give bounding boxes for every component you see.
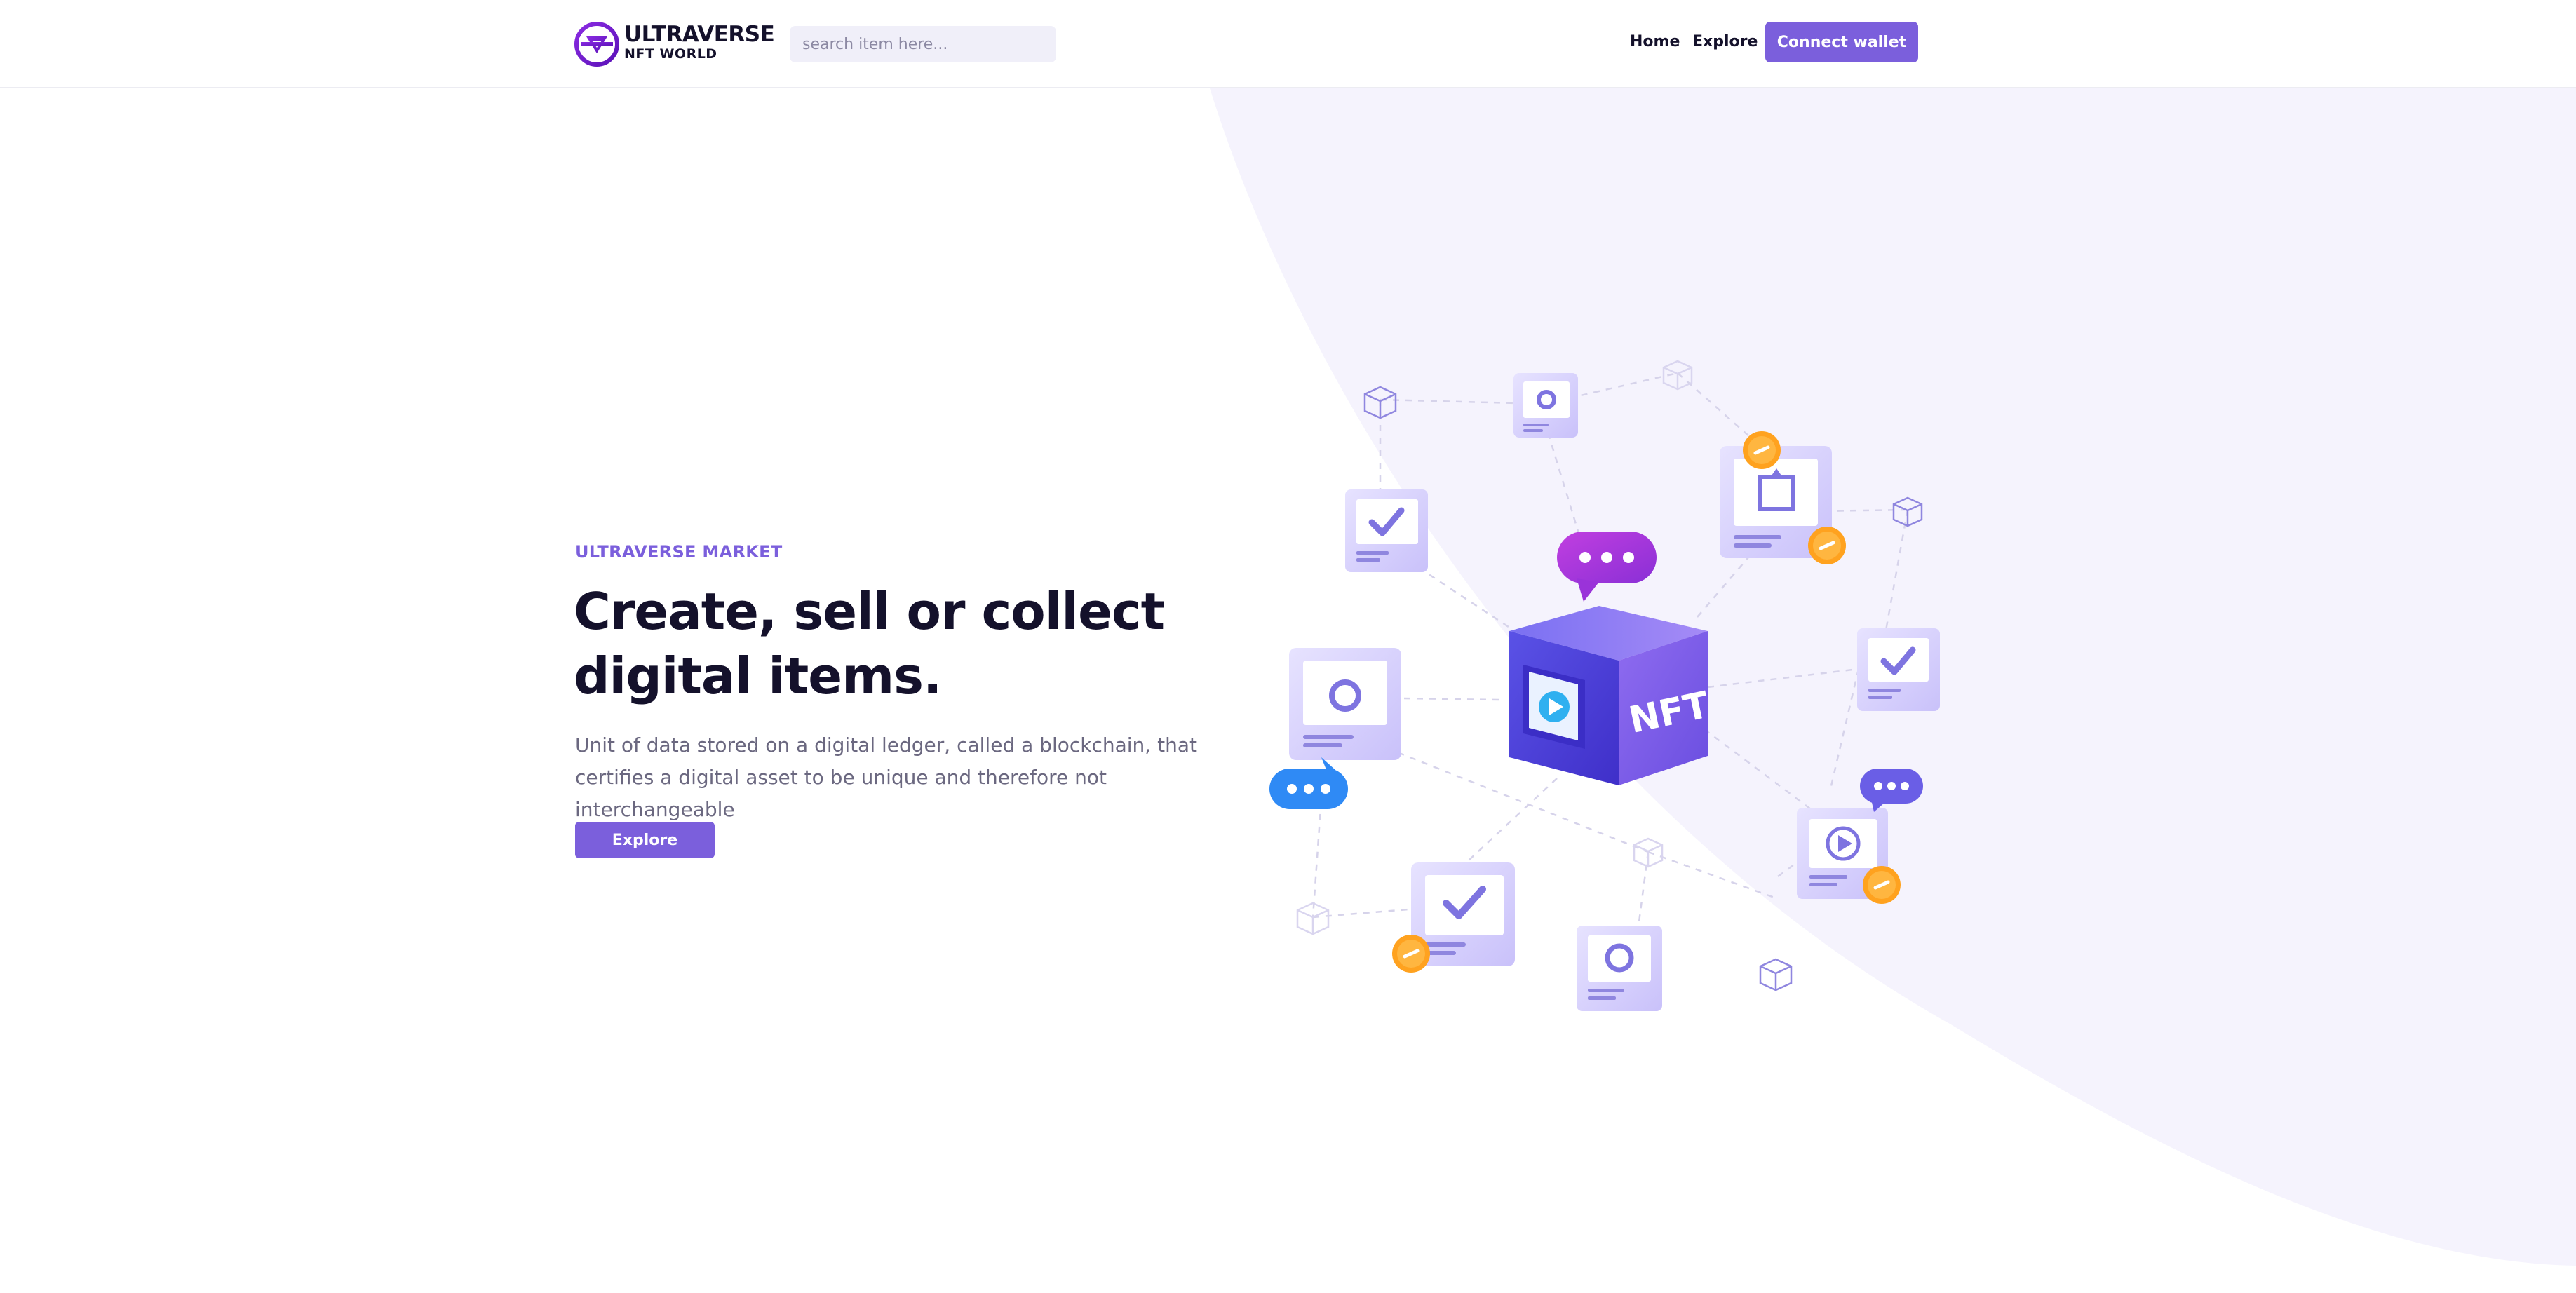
nft-card-icon [1513, 373, 1578, 438]
brand-name: ULTRAVERSE NFT WORLD [624, 22, 775, 62]
chat-bubble-icon [1557, 532, 1657, 602]
hero-description: Unit of data stored on a digital ledger,… [575, 733, 1197, 821]
brand-name-line1: ULTRAVERSE [624, 22, 775, 47]
nft-card-icon [1345, 489, 1428, 572]
nft-card-icon [1289, 648, 1401, 760]
nav-home-link[interactable]: Home [1630, 31, 1680, 53]
chain-link-icon [1392, 935, 1430, 973]
chat-bubble-icon [1269, 757, 1348, 809]
chat-bubble-icon [1860, 769, 1923, 812]
nft-cube-icon: NFT [1509, 606, 1713, 785]
hero-explore-button[interactable]: Explore [575, 822, 715, 858]
chain-link-icon [1743, 431, 1781, 469]
ultraverse-logo-icon [574, 22, 619, 67]
nft-card-icon [1577, 926, 1662, 1011]
nft-card-icon [1857, 628, 1940, 711]
hero-eyebrow: ULTRAVERSE MARKET [575, 542, 783, 562]
hero-headline-line2: digital items. [574, 646, 942, 705]
connect-wallet-button[interactable]: Connect wallet [1765, 22, 1918, 62]
brand-logo[interactable]: ULTRAVERSE NFT WORLD [574, 20, 775, 67]
brand-name-line2: NFT WORLD [624, 46, 717, 62]
search-input[interactable] [790, 26, 1056, 62]
chain-link-icon [1863, 866, 1901, 904]
hero-headline: Create, sell or collect digital items. [574, 579, 1205, 708]
hero-headline-line1: Create, sell or collect [574, 582, 1165, 641]
nav-explore-link[interactable]: Explore [1692, 31, 1758, 53]
nft-network-illustration: NFT [1269, 360, 1940, 1011]
top-navbar: ULTRAVERSE NFT WORLD Home Explore Connec… [0, 0, 2576, 88]
chain-link-icon [1808, 527, 1846, 564]
